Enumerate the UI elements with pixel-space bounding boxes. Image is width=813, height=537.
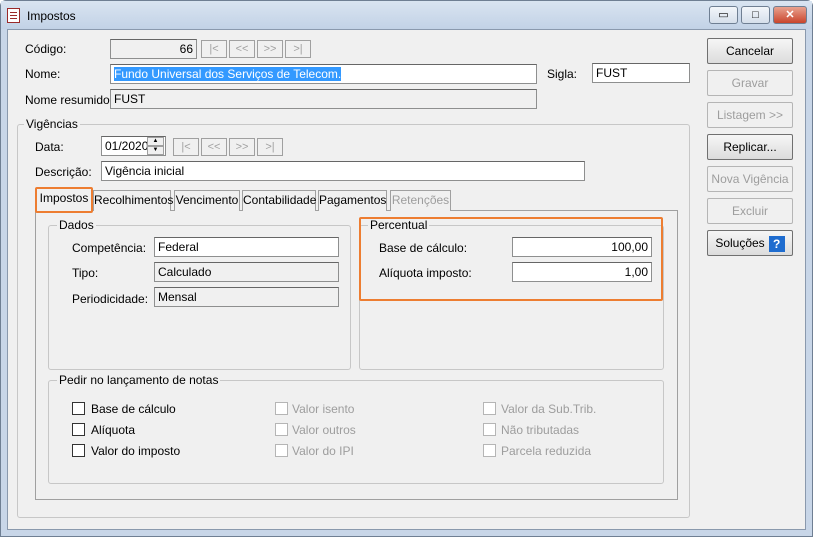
nome-resumido-field[interactable]: FUST bbox=[110, 89, 537, 109]
window-title: Impostos bbox=[27, 9, 76, 23]
codigo-label: Código: bbox=[25, 42, 67, 56]
solucoes-button[interactable]: Soluções? bbox=[707, 230, 793, 256]
first-record-button[interactable]: |< bbox=[201, 40, 227, 58]
tipo-field[interactable]: Calculado bbox=[154, 262, 339, 282]
valor-outros-checkbox[interactable] bbox=[275, 423, 288, 436]
valor-isento-check-label: Valor isento bbox=[292, 402, 355, 416]
cancelar-button[interactable]: Cancelar bbox=[707, 38, 793, 64]
competencia-field[interactable]: Federal bbox=[154, 237, 339, 257]
next-vigencia-button[interactable]: >> bbox=[229, 138, 255, 156]
valor-isento-checkbox[interactable] bbox=[275, 402, 288, 415]
gravar-button[interactable]: Gravar bbox=[707, 70, 793, 96]
previous-vigencia-button[interactable]: << bbox=[201, 138, 227, 156]
tab-pagamentos[interactable]: Pagamentos bbox=[318, 190, 387, 211]
document-icon bbox=[7, 8, 20, 23]
data-spinner[interactable]: ▲ ▼ bbox=[147, 137, 164, 155]
data-label: Data: bbox=[35, 140, 64, 154]
valor-imposto-checkbox[interactable] bbox=[72, 444, 85, 457]
tab-retencoes[interactable]: Retenções bbox=[390, 190, 451, 211]
aliquota-checkbox[interactable] bbox=[72, 423, 85, 436]
dados-title: Dados bbox=[57, 218, 96, 232]
close-button[interactable]: ✕ bbox=[773, 6, 807, 24]
vigencias-title: Vigências bbox=[24, 117, 80, 131]
base-calculo-check-label: Base de cálculo bbox=[91, 402, 176, 416]
last-record-button[interactable]: >| bbox=[285, 40, 311, 58]
nao-tributadas-check-label: Não tributadas bbox=[501, 423, 580, 437]
nome-value: Fundo Universal dos Serviços de Telecom. bbox=[114, 67, 342, 81]
replicar-button[interactable]: Replicar... bbox=[707, 134, 793, 160]
nao-tributadas-checkbox[interactable] bbox=[483, 423, 496, 436]
spin-down-icon[interactable]: ▼ bbox=[147, 146, 164, 155]
pedir-lancamento-title: Pedir no lançamento de notas bbox=[57, 373, 221, 387]
data-value: 01/2020 bbox=[105, 139, 149, 153]
tab-contabilidade[interactable]: Contabilidade bbox=[242, 190, 316, 211]
valor-ipi-checkbox[interactable] bbox=[275, 444, 288, 457]
minimize-button[interactable]: ▭ bbox=[709, 6, 738, 24]
listagem-button[interactable]: Listagem >> bbox=[707, 102, 793, 128]
last-vigencia-button[interactable]: >| bbox=[257, 138, 283, 156]
impostos-tab-highlight bbox=[35, 187, 93, 213]
aliquota-check-label: Alíquota bbox=[91, 423, 136, 437]
first-vigencia-button[interactable]: |< bbox=[173, 138, 199, 156]
title-bar: Impostos ▭ □ ✕ bbox=[1, 1, 812, 29]
valor-imposto-check-label: Valor do imposto bbox=[91, 444, 181, 458]
valor-sub-trib-checkbox[interactable] bbox=[483, 402, 496, 415]
parcela-reduzida-check-label: Parcela reduzida bbox=[501, 444, 592, 458]
nova-vigencia-button[interactable]: Nova Vigência bbox=[707, 166, 793, 192]
valor-outros-check-label: Valor outros bbox=[292, 423, 356, 437]
excluir-vigencia-button[interactable]: Excluir Vigência bbox=[707, 198, 793, 242]
periodicidade-field[interactable]: Mensal bbox=[154, 287, 339, 307]
valor-ipi-check-label: Valor do IPI bbox=[292, 444, 354, 458]
descricao-field[interactable]: Vigência inicial bbox=[101, 161, 585, 181]
nome-label: Nome: bbox=[25, 67, 61, 81]
valor-sub-trib-check-label: Valor da Sub.Trib. bbox=[501, 402, 597, 416]
previous-record-button[interactable]: << bbox=[229, 40, 255, 58]
nome-field[interactable]: Fundo Universal dos Serviços de Telecom. bbox=[110, 64, 537, 84]
percentual-highlight bbox=[359, 217, 663, 301]
tipo-label: Tipo: bbox=[72, 266, 99, 280]
vigencia-navigator: |< << >> >| bbox=[173, 138, 285, 156]
next-record-button[interactable]: >> bbox=[257, 40, 283, 58]
maximize-button[interactable]: □ bbox=[741, 6, 770, 24]
nome-resumido-label: Nome resumido: bbox=[25, 93, 114, 107]
help-icon: ? bbox=[768, 235, 785, 252]
codigo-field[interactable]: 66 bbox=[110, 39, 197, 59]
tab-vencimento[interactable]: Vencimento bbox=[174, 190, 240, 211]
descricao-label: Descrição: bbox=[35, 165, 92, 179]
codigo-navigator: |< << >> >| bbox=[201, 40, 313, 58]
base-calculo-checkbox[interactable] bbox=[72, 402, 85, 415]
sigla-label: Sigla: bbox=[547, 67, 578, 81]
sigla-field[interactable]: FUST bbox=[592, 63, 690, 83]
tab-recolhimentos[interactable]: Recolhimentos bbox=[93, 190, 173, 211]
spin-up-icon[interactable]: ▲ bbox=[147, 137, 164, 146]
parcela-reduzida-checkbox[interactable] bbox=[483, 444, 496, 457]
competencia-label: Competência: bbox=[72, 241, 147, 255]
periodicidade-label: Periodicidade: bbox=[72, 292, 149, 306]
solucoes-label: Soluções bbox=[715, 236, 765, 250]
